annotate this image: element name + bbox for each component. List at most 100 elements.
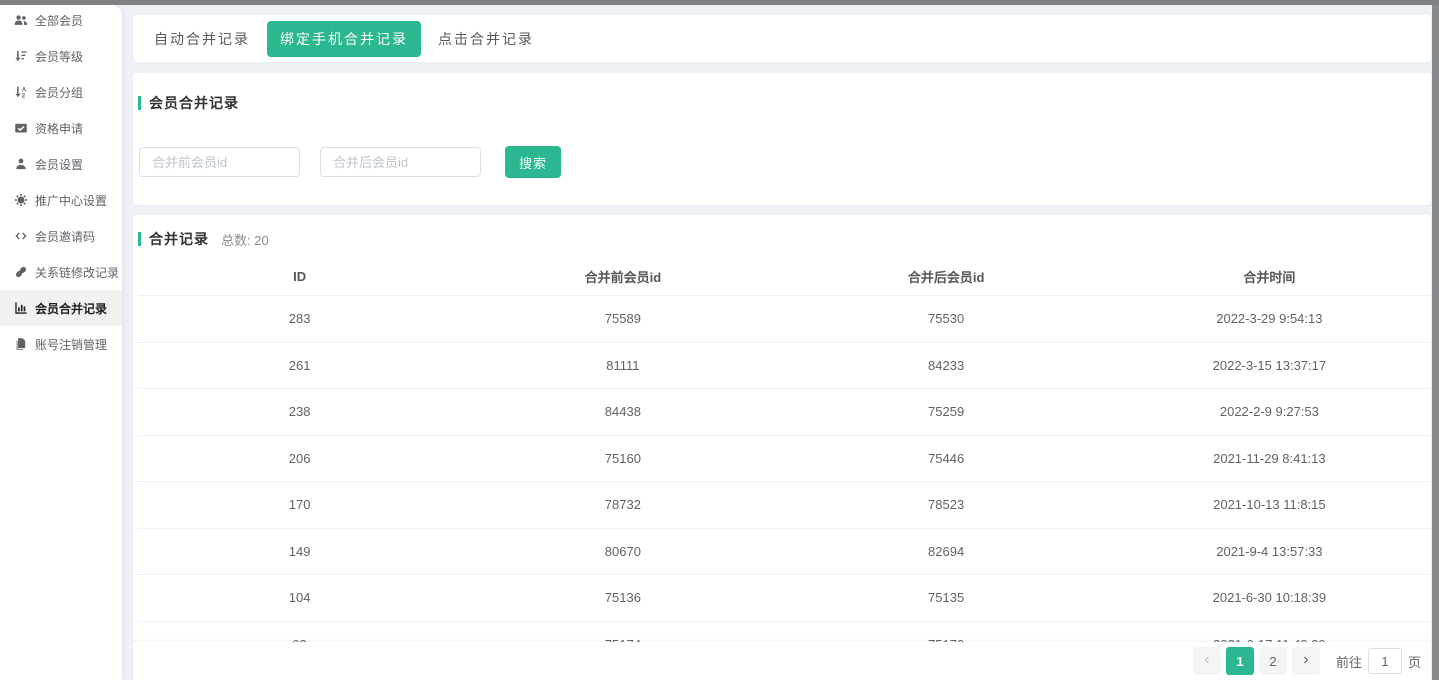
cell-after-id: 75135 <box>785 590 1108 605</box>
tab-bind-phone-merge[interactable]: 绑定手机合并记录 <box>267 21 421 57</box>
column-header-before-id: 合并前会员id <box>461 267 784 286</box>
table-row: 170 78732 78523 2021-10-13 11:8:15 <box>138 482 1431 529</box>
sort-group-icon: A2 <box>13 85 28 100</box>
gear-icon <box>13 193 28 208</box>
user-icon <box>13 157 28 172</box>
cell-before-id: 78732 <box>461 497 784 512</box>
search-form: 搜索 <box>139 146 1431 178</box>
sidebar-item-label: 全部会员 <box>35 12 83 29</box>
table-row: 283 75589 75530 2022-3-29 9:54:13 <box>138 296 1431 343</box>
table-row: 93 75174 75170 2021-6-17 11:40:29 <box>138 622 1431 643</box>
sort-level-icon <box>13 49 28 64</box>
sidebar-item-label: 会员邀请码 <box>35 228 95 245</box>
sidebar-item-relation-log[interactable]: 关系链修改记录 <box>0 254 122 290</box>
cell-id: 104 <box>138 590 461 605</box>
cell-after-id: 82694 <box>785 544 1108 559</box>
table-total-count: 总数: 20 <box>221 230 269 249</box>
sidebar-item-account-cancellation[interactable]: 账号注销管理 <box>0 326 122 362</box>
sidebar-item-member-group[interactable]: A2 会员分组 <box>0 74 122 110</box>
chevron-right-icon: › <box>1303 652 1308 668</box>
goto-label: 前往 <box>1336 652 1362 671</box>
sidebar: 全部会员 会员等级 A2 会员分组 资格申请 会员设置 推广中心设置 会员邀请码 <box>0 5 122 680</box>
users-icon <box>13 13 28 28</box>
cell-before-id: 84438 <box>461 404 784 419</box>
cell-merge-time: 2021-6-30 10:18:39 <box>1108 590 1431 605</box>
search-panel-title: 会员合并记录 <box>138 93 1431 113</box>
file-icon <box>13 337 28 352</box>
next-page-button[interactable]: › <box>1292 647 1320 675</box>
table-panel-title: 合并记录 总数: 20 <box>138 229 1431 249</box>
sidebar-item-label: 账号注销管理 <box>35 336 107 353</box>
table-row: 261 81111 84233 2022-3-15 13:37:17 <box>138 343 1431 390</box>
cell-after-id: 75259 <box>785 404 1108 419</box>
cell-after-id: 84233 <box>785 358 1108 373</box>
cell-before-id: 75136 <box>461 590 784 605</box>
search-panel: 会员合并记录 搜索 <box>133 73 1431 205</box>
cell-id: 238 <box>138 404 461 419</box>
scrollbar-track[interactable] <box>1432 0 1439 680</box>
cell-id: 261 <box>138 358 461 373</box>
sidebar-item-label: 会员设置 <box>35 156 83 173</box>
search-button[interactable]: 搜索 <box>505 146 561 178</box>
page-button-2[interactable]: 2 <box>1259 647 1287 675</box>
title-accent-bar <box>138 232 141 246</box>
cell-merge-time: 2021-10-13 11:8:15 <box>1108 497 1431 512</box>
sidebar-item-merge-records[interactable]: 会员合并记录 <box>0 290 122 326</box>
cell-after-id: 78523 <box>785 497 1108 512</box>
cell-after-id: 75446 <box>785 451 1108 466</box>
pagination-bar: ‹ 1 2 › 前往 页 <box>133 642 1431 680</box>
sidebar-item-label: 会员分组 <box>35 84 83 101</box>
tab-auto-merge[interactable]: 自动合并记录 <box>141 21 263 57</box>
page-unit-label: 页 <box>1408 652 1421 671</box>
table-row: 104 75136 75135 2021-6-30 10:18:39 <box>138 575 1431 622</box>
column-header-after-id: 合并后会员id <box>785 267 1108 286</box>
cell-before-id: 81111 <box>461 358 784 373</box>
title-accent-bar <box>138 96 141 110</box>
sidebar-item-label: 资格申请 <box>35 120 83 137</box>
sidebar-item-label: 会员等级 <box>35 48 83 65</box>
sidebar-item-member-settings[interactable]: 会员设置 <box>0 146 122 182</box>
page-button-1[interactable]: 1 <box>1226 647 1254 675</box>
table-row: 149 80670 82694 2021-9-4 13:57:33 <box>138 529 1431 576</box>
before-member-id-input[interactable] <box>139 147 300 177</box>
cell-merge-time: 2022-3-15 13:37:17 <box>1108 358 1431 373</box>
cell-id: 149 <box>138 544 461 559</box>
sidebar-item-label: 推广中心设置 <box>35 192 107 209</box>
cell-merge-time: 2021-9-4 13:57:33 <box>1108 544 1431 559</box>
cell-id: 206 <box>138 451 461 466</box>
column-header-id: ID <box>138 269 461 284</box>
cell-before-id: 75589 <box>461 311 784 326</box>
sidebar-item-all-members[interactable]: 全部会员 <box>0 2 122 38</box>
qualification-icon <box>13 121 28 136</box>
bar-chart-icon <box>13 301 28 316</box>
table-row: 206 75160 75446 2021-11-29 8:41:13 <box>138 436 1431 483</box>
table-body: 283 75589 75530 2022-3-29 9:54:13 261 81… <box>138 296 1431 642</box>
code-icon <box>13 229 28 244</box>
after-member-id-input[interactable] <box>320 147 481 177</box>
cell-merge-time: 2021-11-29 8:41:13 <box>1108 451 1431 466</box>
sidebar-item-qualification[interactable]: 资格申请 <box>0 110 122 146</box>
link-icon <box>13 265 28 280</box>
cell-before-id: 80670 <box>461 544 784 559</box>
cell-id: 170 <box>138 497 461 512</box>
sidebar-item-member-level[interactable]: 会员等级 <box>0 38 122 74</box>
table-panel: 合并记录 总数: 20 ID 合并前会员id 合并后会员id 合并时间 283 … <box>133 215 1431 642</box>
svg-text:2: 2 <box>21 93 25 99</box>
sidebar-menu: 全部会员 会员等级 A2 会员分组 资格申请 会员设置 推广中心设置 会员邀请码 <box>0 2 122 362</box>
table-header-row: ID 合并前会员id 合并后会员id 合并时间 <box>138 258 1431 296</box>
goto-page-control: 前往 页 <box>1336 648 1421 674</box>
cell-merge-time: 2022-3-29 9:54:13 <box>1108 311 1431 326</box>
cell-after-id: 75530 <box>785 311 1108 326</box>
tab-bar: 自动合并记录 绑定手机合并记录 点击合并记录 <box>133 15 1431 62</box>
cell-before-id: 75160 <box>461 451 784 466</box>
table-row: 238 84438 75259 2022-2-9 9:27:53 <box>138 389 1431 436</box>
sidebar-item-promotion-settings[interactable]: 推广中心设置 <box>0 182 122 218</box>
tab-click-merge[interactable]: 点击合并记录 <box>425 21 547 57</box>
prev-page-button[interactable]: ‹ <box>1193 647 1221 675</box>
table-title-text: 合并记录 <box>149 229 209 249</box>
sidebar-item-label: 会员合并记录 <box>35 300 107 317</box>
column-header-merge-time: 合并时间 <box>1108 267 1431 286</box>
sidebar-item-invite-code[interactable]: 会员邀请码 <box>0 218 122 254</box>
cell-merge-time: 2022-2-9 9:27:53 <box>1108 404 1431 419</box>
goto-page-input[interactable] <box>1368 648 1402 674</box>
